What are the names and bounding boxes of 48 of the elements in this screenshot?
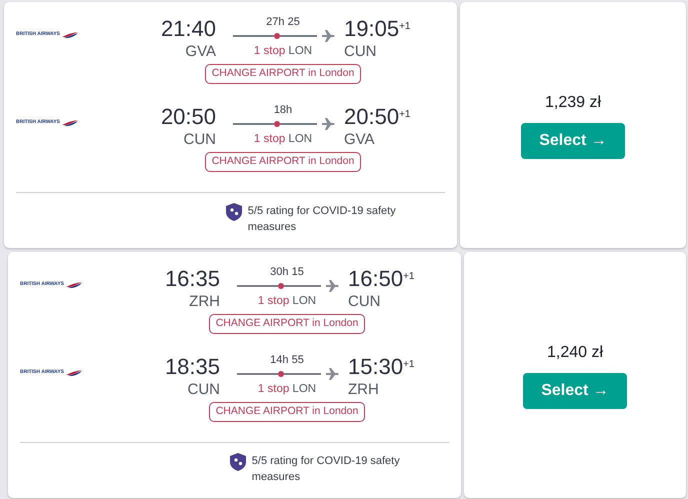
stop-dot: [274, 33, 280, 39]
flight-duration: 18h: [274, 104, 292, 117]
covid-rating: 5/5 rating for COVID-19 safety measures: [248, 204, 397, 235]
covid-rating: 5/5 rating for COVID-19 safety measures: [252, 454, 401, 485]
stop-info: 1 stop LON: [254, 44, 312, 59]
arrival-airport: CUN: [344, 42, 378, 62]
flight-duration: 27h 25: [266, 16, 300, 29]
arrival-airport: GVA: [344, 130, 376, 150]
plane-icon: [322, 30, 334, 42]
arrival-time: 19:05$^{+1}$: [344, 16, 412, 42]
departure-time: 21:40: [160, 16, 216, 42]
departure-airport: CUN: [184, 130, 216, 150]
stop-dot: [278, 283, 284, 289]
airport-change-warning: CHANGE AIRPORT in London: [204, 64, 362, 84]
select-button[interactable]: Select →: [521, 123, 625, 159]
departure-time: 16:35: [164, 266, 220, 292]
stop-dot: [278, 371, 284, 377]
stop-info: 1 stop LON: [254, 132, 312, 147]
departure-airport: ZRH: [189, 292, 220, 312]
shield-icon: [226, 203, 242, 221]
plane-icon: [322, 118, 334, 130]
departure-time: 18:35: [164, 354, 220, 380]
flight-duration: 14h 55: [270, 354, 304, 367]
departure-airport: CUN: [188, 380, 220, 400]
departure-airport: GVA: [185, 42, 216, 62]
airport-change-warning: CHANGE AIRPORT in London: [204, 152, 362, 172]
arrival-airport: ZRH: [348, 380, 380, 400]
swoosh-icon: [62, 120, 78, 126]
arrival-time: 16:50$^{+1}$: [348, 266, 416, 292]
swoosh-icon: [66, 370, 82, 376]
plane-icon: [326, 280, 338, 292]
arrival-time: 20:50$^{+1}$: [344, 104, 412, 130]
stop-info: 1 stop LON: [258, 294, 316, 309]
airport-change-warning: CHANGE AIRPORT in London: [208, 314, 366, 334]
swoosh-icon: [66, 282, 82, 288]
airport-change-warning: CHANGE AIRPORT in London: [208, 402, 366, 422]
shield-icon: [230, 453, 246, 471]
flight-duration: 30h 15: [270, 266, 304, 279]
select-button[interactable]: Select →: [523, 373, 627, 409]
departure-time: 20:50: [160, 104, 216, 130]
price: 1,239 zł: [544, 93, 602, 113]
price: 1,240 zł: [546, 343, 604, 363]
stop-dot: [274, 121, 280, 127]
swoosh-icon: [62, 32, 78, 38]
arrival-airport: CUN: [348, 292, 382, 312]
arrival-time: 15:30$^{+1}$: [348, 354, 416, 380]
plane-icon: [326, 368, 338, 380]
stop-info: 1 stop LON: [258, 382, 316, 397]
